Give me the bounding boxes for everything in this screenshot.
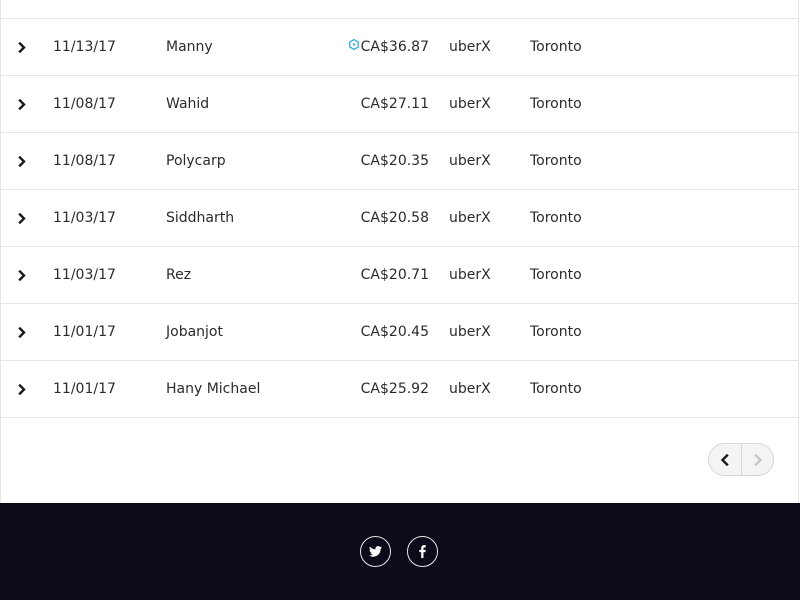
- trip-driver: Polycarp: [166, 153, 226, 169]
- next-page-button[interactable]: [742, 444, 773, 475]
- trip-fare: CA$20.58: [360, 210, 429, 226]
- trip-date: 11/08/17: [53, 96, 116, 112]
- trip-driver: Wahid: [166, 96, 210, 112]
- chevron-right-icon: [18, 269, 26, 281]
- expand-row-button[interactable]: [16, 19, 28, 75]
- trip-date: 11/01/17: [53, 381, 116, 397]
- trip-car-type: uberX: [449, 210, 491, 226]
- pagination: [708, 443, 774, 476]
- trips-table: 11/13/17 Manny CA$36.87 uberX Toronto 11/08/1…: [1, 18, 798, 418]
- twitter-link[interactable]: [360, 536, 391, 567]
- chevron-right-icon: [18, 98, 26, 110]
- chevron-right-icon: [18, 41, 26, 53]
- trip-city: Toronto: [530, 210, 582, 226]
- trip-fare: CA$20.45: [360, 324, 429, 340]
- facebook-icon: [419, 545, 426, 558]
- trip-car-type: uberX: [449, 267, 491, 283]
- trips-page: 11/13/17 Manny CA$36.87 uberX Toronto 11/08/1…: [0, 0, 800, 600]
- trip-car-type: uberX: [449, 324, 491, 340]
- expand-row-button[interactable]: [16, 247, 28, 303]
- chevron-right-icon: [18, 155, 26, 167]
- trip-city: Toronto: [530, 381, 582, 397]
- trip-city: Toronto: [530, 153, 582, 169]
- trip-driver: Manny: [166, 39, 213, 55]
- trip-date: 11/01/17: [53, 324, 116, 340]
- trip-fare: CA$27.11: [360, 96, 429, 112]
- chevron-right-icon: [18, 326, 26, 338]
- facebook-link[interactable]: [407, 536, 438, 567]
- expand-row-button[interactable]: [16, 190, 28, 246]
- trip-city: Toronto: [530, 39, 582, 55]
- trip-fare: CA$20.71: [360, 267, 429, 283]
- trip-car-type: uberX: [449, 39, 491, 55]
- trip-date: 11/08/17: [53, 153, 116, 169]
- previous-page-button[interactable]: [709, 444, 742, 475]
- trip-driver: Siddharth: [166, 210, 235, 226]
- trip-row[interactable]: 11/08/17 Wahid CA$27.11 uberX Toronto: [1, 76, 798, 133]
- trip-row[interactable]: 11/13/17 Manny CA$36.87 uberX Toronto: [1, 19, 798, 76]
- chevron-right-icon: [18, 383, 26, 395]
- chevron-left-icon: [720, 453, 729, 466]
- footer: [0, 503, 800, 600]
- expand-row-button[interactable]: [16, 361, 28, 417]
- chevron-right-icon: [18, 212, 26, 224]
- trip-row[interactable]: 11/08/17 Polycarp CA$20.35 uberX Toronto: [1, 133, 798, 190]
- trip-row[interactable]: 11/01/17 Jobanjot CA$20.45 uberX Toronto: [1, 304, 798, 361]
- trip-car-type: uberX: [449, 96, 491, 112]
- trip-driver: Hany Michael: [166, 381, 261, 397]
- trip-city: Toronto: [530, 324, 582, 340]
- trip-fare: CA$25.92: [360, 381, 429, 397]
- expand-row-button[interactable]: [16, 76, 28, 132]
- trip-date: 11/13/17: [53, 39, 116, 55]
- trip-row[interactable]: 11/03/17 Rez CA$20.71 uberX Toronto: [1, 247, 798, 304]
- trip-driver: Jobanjot: [166, 324, 223, 340]
- trip-row[interactable]: 11/03/17 Siddharth CA$20.58 uberX Toronto: [1, 190, 798, 247]
- twitter-icon: [369, 546, 382, 557]
- trip-date: 11/03/17: [53, 267, 116, 283]
- trip-driver: Rez: [166, 267, 192, 283]
- trip-fare-cell: CA$36.87: [301, 19, 429, 75]
- trip-fare: CA$20.35: [360, 153, 429, 169]
- trip-city: Toronto: [530, 267, 582, 283]
- expand-row-button[interactable]: [16, 133, 28, 189]
- trip-car-type: uberX: [449, 381, 491, 397]
- trip-car-type: uberX: [449, 153, 491, 169]
- expand-row-button[interactable]: [16, 304, 28, 360]
- trips-panel: 11/13/17 Manny CA$36.87 uberX Toronto 11/08/1…: [0, 0, 799, 503]
- chevron-right-icon: [754, 453, 763, 466]
- trip-date: 11/03/17: [53, 210, 116, 226]
- trip-row[interactable]: 11/01/17 Hany Michael CA$25.92 uberX Toronto: [1, 361, 798, 418]
- trip-city: Toronto: [530, 96, 582, 112]
- trip-fare: CA$36.87: [360, 39, 429, 55]
- surge-icon: [348, 18, 359, 74]
